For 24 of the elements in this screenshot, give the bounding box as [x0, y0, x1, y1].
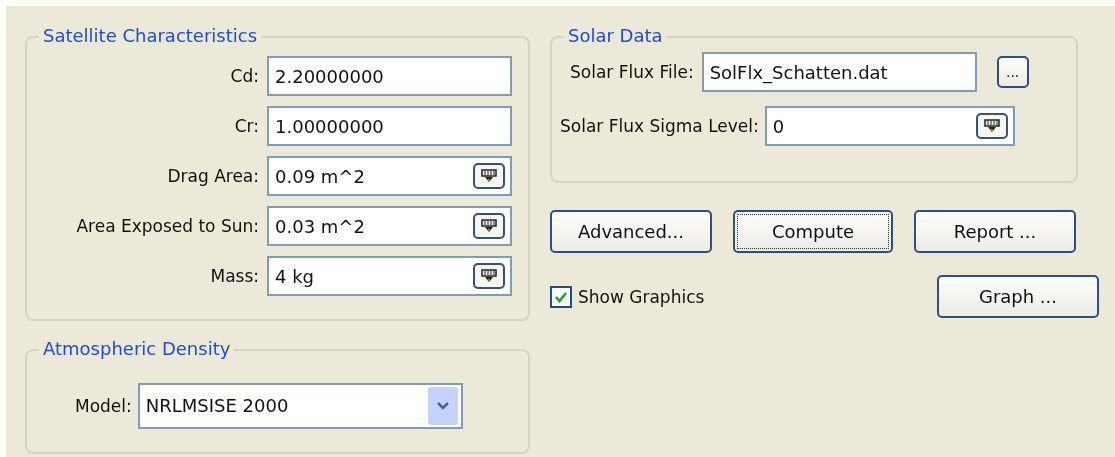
text-field[interactable]: 0.09 m^2	[267, 156, 512, 196]
field-label: Area Exposed to Sun:	[76, 216, 259, 236]
field-label: Mass:	[210, 266, 259, 286]
model-dropdown[interactable]: NRLMSISE 2000	[137, 382, 463, 429]
field-label: Drag Area:	[167, 166, 259, 186]
field-label: Solar Flux Sigma Level:	[560, 116, 759, 136]
text-field[interactable]: 1.00000000	[267, 106, 512, 146]
action-button[interactable]: Report ...	[914, 210, 1076, 253]
field-label: Cr:	[234, 116, 259, 136]
browse-button[interactable]: ...	[996, 56, 1029, 88]
field-label: Cd:	[230, 66, 259, 86]
group-title: Atmospheric Density	[39, 338, 235, 360]
action-button[interactable]: Compute	[733, 210, 893, 253]
checkbox-label: Show Graphics	[578, 286, 705, 307]
text-field[interactable]: SolFlx_Schatten.dat	[701, 52, 977, 92]
action-button[interactable]: Advanced...	[550, 210, 712, 253]
text-field[interactable]: 4 kg	[267, 256, 512, 296]
text-field[interactable]: 2.20000000	[267, 56, 512, 96]
checkbox[interactable]	[550, 285, 572, 308]
field-label: Solar Flux File:	[570, 62, 694, 82]
graph-button[interactable]: Graph ...	[937, 275, 1099, 318]
text-field[interactable]: 0.03 m^2	[267, 206, 512, 246]
field-label: Model:	[75, 395, 132, 416]
text-field[interactable]: 0	[764, 106, 1015, 146]
